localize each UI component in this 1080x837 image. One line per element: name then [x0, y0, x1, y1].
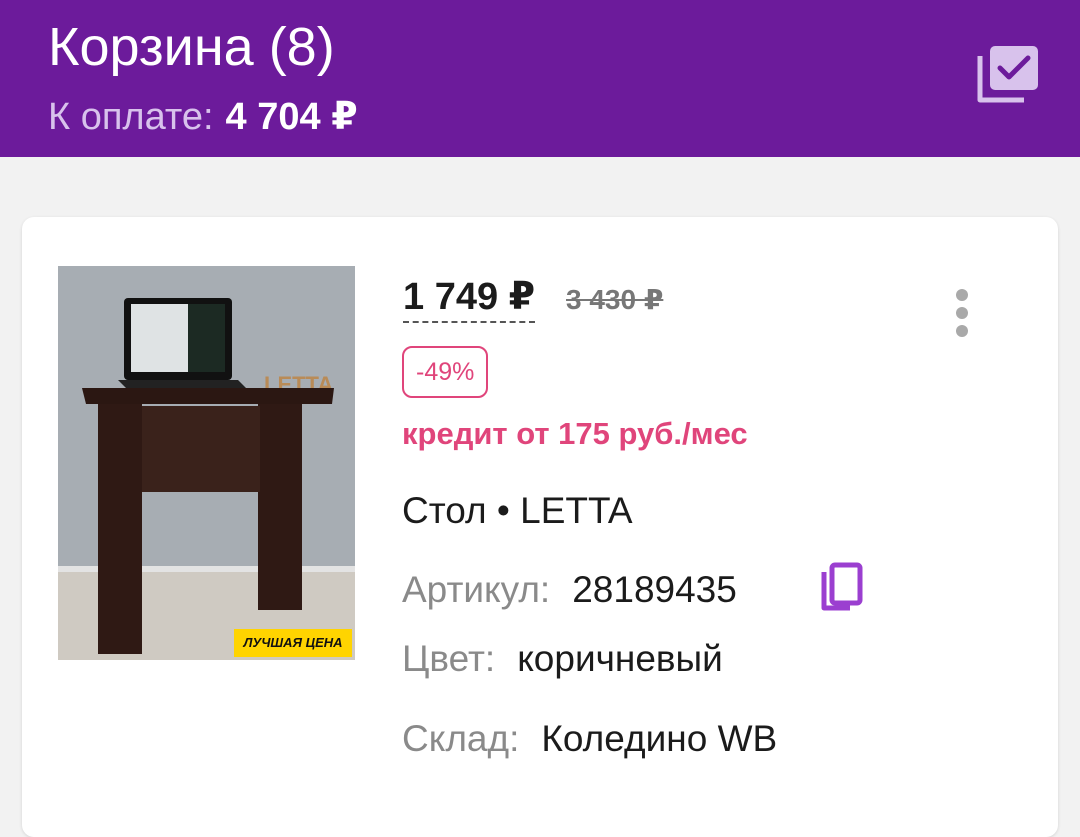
copy-icon[interactable]: [818, 562, 864, 614]
warehouse-value: Коледино WB: [541, 718, 778, 759]
total-amount: 4 704 ₽: [225, 96, 358, 138]
product-name[interactable]: Стол • LETTA: [402, 489, 633, 533]
current-price[interactable]: 1 749 ₽: [403, 275, 536, 323]
cart-item-card: LETTA ЛУЧШАЯ ЦЕНА 1 749 ₽ 3 430 ₽ -49% к…: [22, 217, 1058, 837]
old-price: 3 430 ₽: [566, 284, 664, 315]
article-row: Артикул: 28189435: [402, 568, 737, 612]
product-photo[interactable]: LETTA ЛУЧШАЯ ЦЕНА: [58, 266, 355, 660]
discount-badge: -49%: [402, 346, 489, 398]
color-label: Цвет:: [402, 638, 496, 679]
credit-offer[interactable]: кредит от 175 руб./мес: [402, 415, 748, 453]
color-value: коричневый: [517, 638, 723, 679]
total-to-pay: К оплате: 4 704 ₽: [48, 94, 358, 140]
cart-header: Корзина (8) К оплате: 4 704 ₽: [0, 0, 1080, 157]
page-title: Корзина (8): [48, 17, 335, 77]
article-label: Артикул:: [402, 569, 551, 610]
warehouse-label: Склад:: [402, 718, 520, 759]
more-options-icon[interactable]: [950, 289, 974, 341]
article-value: 28189435: [572, 569, 737, 610]
select-all-icon[interactable]: [976, 42, 1042, 106]
total-label: К оплате:: [48, 96, 214, 138]
color-row: Цвет: коричневый: [402, 637, 723, 681]
best-price-badge: ЛУЧШАЯ ЦЕНА: [234, 629, 352, 657]
warehouse-row: Склад: Коледино WB: [402, 717, 777, 761]
